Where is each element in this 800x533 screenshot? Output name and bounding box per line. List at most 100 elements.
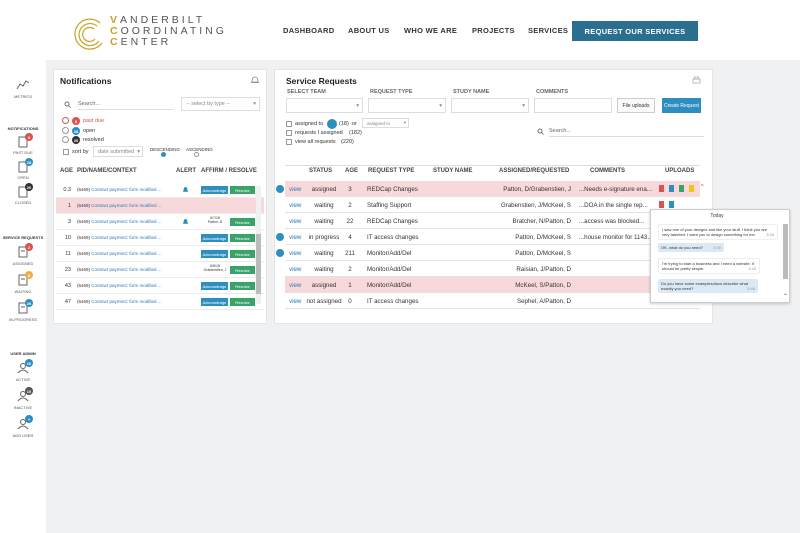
row-context-link[interactable]: Contract payment: form modified ...	[91, 203, 161, 208]
sidebar-item-inactive[interactable]: 10 INACTIVE	[0, 386, 46, 414]
table-row[interactable]: 1 (6469) Contract payment: form modified …	[56, 198, 264, 214]
sidebar-item-closed[interactable]: 20 CLOSED	[0, 183, 46, 208]
table-row[interactable]: view not assigned 0 IT access changes Sephel…	[285, 293, 700, 309]
resolve-button[interactable]: Resolve	[230, 250, 255, 258]
row-pid[interactable]: (6469) Contract payment: form modified .…	[77, 267, 162, 272]
col-study-name[interactable]: STUDY NAME	[433, 168, 473, 174]
col-request-type[interactable]: REQUEST TYPE	[368, 168, 414, 174]
row-pid[interactable]: (6469) Contract payment: form modified .…	[77, 283, 162, 288]
scroll-up-icon[interactable]: ^	[701, 184, 704, 190]
sidebar-item-assigned[interactable]: 2 ASSIGNED	[0, 242, 46, 270]
row-context-link[interactable]: Contract payment: form modified ...	[91, 251, 161, 256]
table-row[interactable]: view in progress 4 IT access changes Patton,…	[285, 229, 700, 245]
view-link[interactable]: view	[289, 234, 301, 241]
row-context-link[interactable]: Contract payment: form modified ...	[91, 219, 161, 224]
comments-input[interactable]	[534, 98, 612, 113]
table-row[interactable]: view assigned 1 Monitor/Add/Del McKeel, S/Pa…	[285, 277, 700, 293]
sidebar-item-waiting[interactable]: 8 WAITING	[0, 270, 46, 298]
file-upload-icon[interactable]	[689, 185, 694, 192]
table-row[interactable]: 3 (6469) Contract payment: form modified …	[56, 214, 264, 230]
sort-checkbox[interactable]	[63, 149, 69, 155]
row-context-link[interactable]: Contract payment: form modified ...	[91, 235, 161, 240]
acknowledge-button[interactable]: Acknowledge	[201, 186, 228, 194]
sidebar-metrics[interactable]: METRICS	[0, 94, 46, 99]
table-row[interactable]: 47 (6469) Contract payment: form modified…	[56, 294, 264, 310]
col-pid[interactable]: PID/NAME/CONTEXT	[77, 168, 137, 174]
resolve-button[interactable]: Resolve	[230, 266, 255, 274]
study-name-dropdown[interactable]: ▾	[451, 98, 529, 113]
col-status[interactable]: STATUS	[309, 168, 332, 174]
view-link[interactable]: view	[289, 250, 301, 257]
bell-icon[interactable]	[250, 75, 260, 85]
metrics-icon[interactable]	[16, 78, 30, 90]
sidebar-item-add-user[interactable]: + ADD USER	[0, 414, 46, 442]
row-pid[interactable]: (6469) Contract payment: form modified .…	[77, 203, 162, 208]
sidebar-item-active[interactable]: 10 ACTIVE	[0, 358, 46, 386]
row-pid[interactable]: (6469) Contract payment: form modified .…	[77, 219, 162, 224]
acknowledge-button[interactable]: Acknowledge	[201, 234, 228, 242]
col-assigned[interactable]: ASSIGNED/REQUESTED	[499, 168, 569, 174]
col-comments[interactable]: COMMENTS	[590, 168, 625, 174]
ascending-radio[interactable]	[194, 152, 199, 157]
acknowledge-button[interactable]: Acknowledge	[201, 282, 228, 290]
table-row[interactable]: view waiting 211 Monitor/Add/Del Patton, D/M…	[285, 245, 700, 261]
nav-who-we-are[interactable]: WHO WE ARE	[404, 26, 457, 35]
view-link[interactable]: view	[289, 266, 301, 273]
file-uploads-button[interactable]: File uploads	[617, 98, 655, 113]
row-pid[interactable]: (6469) Contract payment: form modified .…	[77, 187, 162, 192]
file-upload-icon[interactable]	[679, 185, 684, 192]
view-all-checkbox[interactable]	[286, 139, 292, 145]
notification-type-select[interactable]: -- select by type -- ▾	[181, 97, 260, 111]
bell-icon[interactable]	[182, 186, 189, 193]
request-type-dropdown[interactable]: ▾	[368, 98, 446, 113]
nav-dashboard[interactable]: DASHBOARD	[283, 26, 334, 35]
resolve-button[interactable]: Resolve	[230, 218, 255, 226]
view-link[interactable]: view	[289, 298, 301, 305]
file-upload-icon[interactable]	[669, 201, 674, 208]
view-link[interactable]: view	[289, 202, 301, 209]
table-row[interactable]: view waiting 2 Staffing Support Grabenstien,…	[285, 197, 700, 213]
table-row[interactable]: view waiting 2 Monitor/Add/Del Raisian, J/Pa…	[285, 261, 700, 277]
file-upload-icon[interactable]	[659, 185, 664, 192]
file-upload-icon[interactable]	[669, 185, 674, 192]
nav-services[interactable]: SERVICES	[528, 26, 568, 35]
col-affirm[interactable]: AFFIRM / RESOLVE	[201, 168, 257, 174]
row-context-link[interactable]: Contract payment: form modified ...	[91, 267, 161, 272]
table-row[interactable]: 43 (6469) Contract payment: form modified…	[56, 278, 264, 294]
row-context-link[interactable]: Contract payment: form modified ...	[91, 283, 161, 288]
brand-name[interactable]: VANDERBILT COORDINATING CENTER	[110, 15, 227, 48]
sidebar-item-open[interactable]: 28 OPEN	[0, 158, 46, 183]
nav-projects[interactable]: PROJECTS	[472, 26, 515, 35]
resolve-button[interactable]: Resolve	[230, 186, 255, 194]
table-row[interactable]: 10 (6469) Contract payment: form modified…	[56, 230, 264, 246]
col-age[interactable]: AGE	[60, 168, 73, 174]
bell-icon[interactable]	[182, 218, 189, 225]
resolved-radio[interactable]	[62, 136, 69, 143]
col-uploads[interactable]: UPLOADS	[665, 168, 694, 174]
sidebar-item-past-due[interactable]: 8 PAST DUE	[0, 133, 46, 158]
acknowledge-button[interactable]: Acknowledge	[201, 298, 228, 306]
resolve-button[interactable]: Resolve	[230, 234, 255, 242]
assigned-to-select[interactable]: assigned to ▾	[362, 118, 409, 128]
notifications-search-input[interactable]: Search...	[78, 101, 173, 110]
resolve-button[interactable]: Resolve	[230, 282, 255, 290]
table-row[interactable]: view waiting 22 REDCap Changes Bratcher, N/P…	[285, 213, 700, 229]
requests-assigned-checkbox[interactable]	[286, 130, 292, 136]
view-link[interactable]: view	[289, 218, 301, 225]
request-services-button[interactable]: REQUEST OUR SERVICES	[572, 21, 698, 41]
select-team-dropdown[interactable]: ▾	[286, 98, 363, 113]
notifications-scroll-thumb[interactable]	[256, 234, 261, 294]
resolve-button[interactable]: Resolve	[230, 298, 255, 306]
row-pid[interactable]: (6469) Contract payment: form modified .…	[77, 235, 162, 240]
file-upload-icon[interactable]	[659, 201, 664, 208]
sidebar-item-in-progress[interactable]: 20 IN-PROGRESS	[0, 298, 46, 326]
print-icon[interactable]	[692, 76, 701, 85]
nav-about-us[interactable]: ABOUT US	[348, 26, 390, 35]
chat-bubble-icon[interactable]	[276, 233, 284, 241]
open-radio[interactable]	[62, 127, 69, 134]
assigned-to-checkbox[interactable]	[286, 121, 292, 127]
view-link[interactable]: view	[289, 282, 301, 289]
chat-scrollbar[interactable]	[783, 224, 788, 279]
chevron-down-icon[interactable]: ⌄	[783, 290, 788, 297]
table-row[interactable]: 11 (6469) Contract payment: form modified…	[56, 246, 264, 262]
